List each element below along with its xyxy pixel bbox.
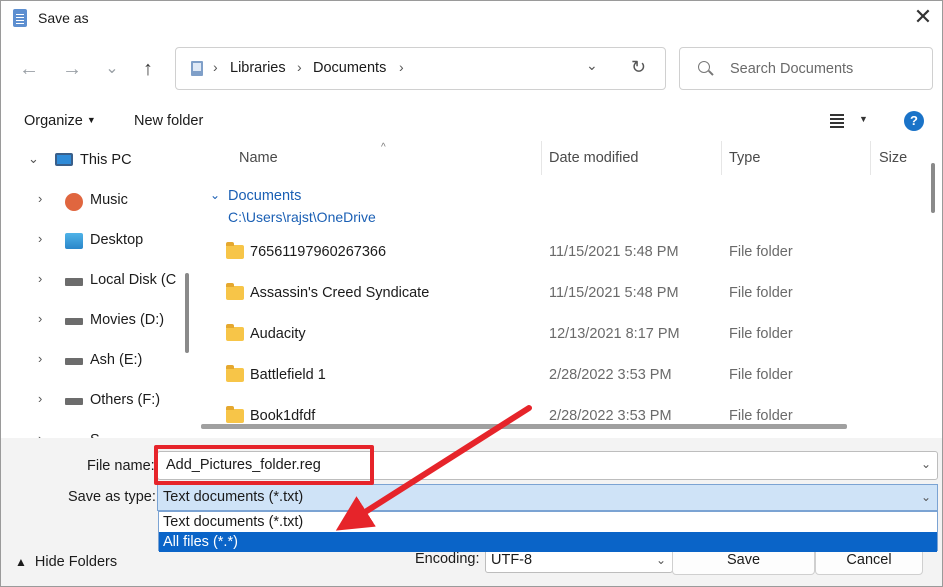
red-arrow-annotation [335, 405, 532, 531]
save-as-dialog: Save as ✕ ← → ⌄ ↑ › Libraries › Document… [0, 0, 943, 587]
